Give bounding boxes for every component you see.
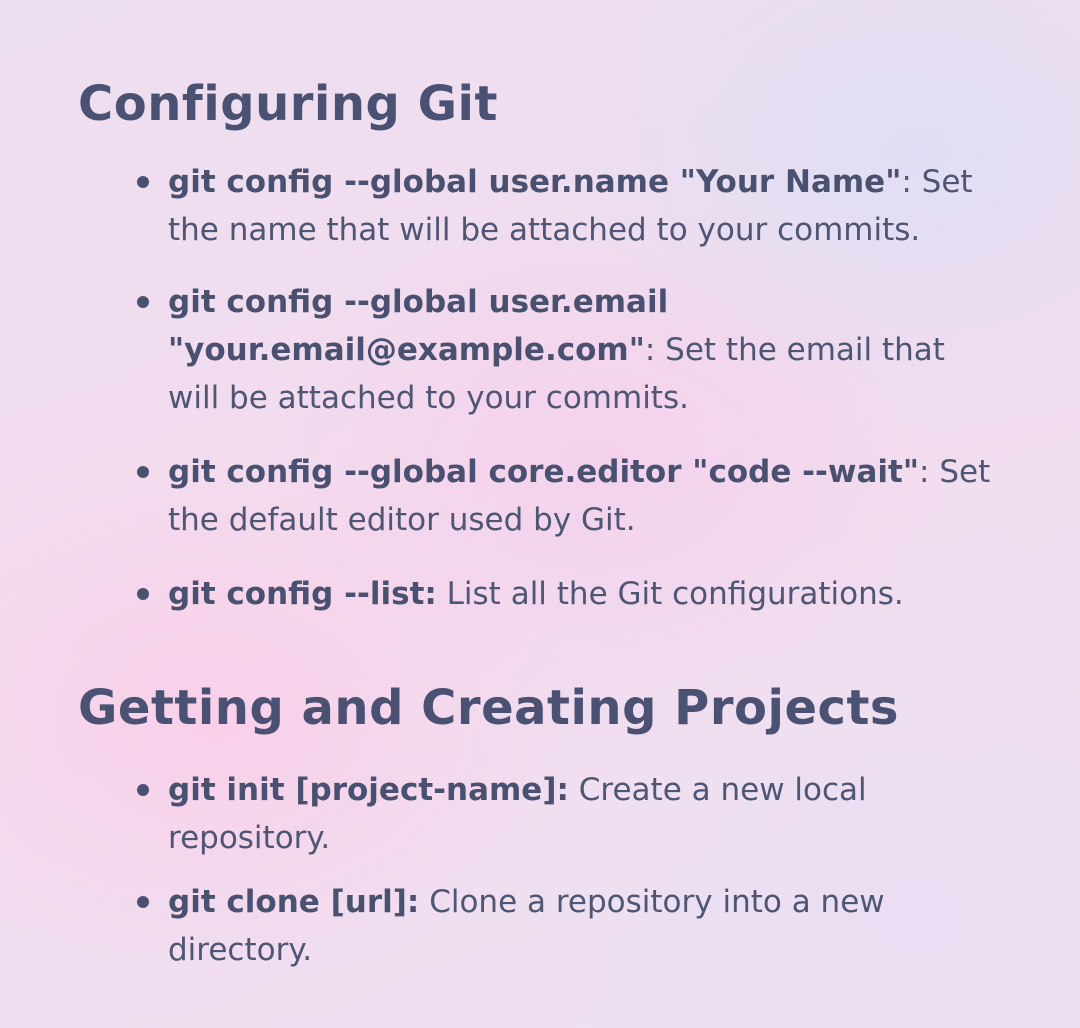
- page: Configuring Git git config --global user…: [0, 0, 1080, 1028]
- bullet-icon: [137, 784, 149, 796]
- bullet-icon: [137, 176, 149, 188]
- command-text: git init [project-name]:: [168, 772, 569, 808]
- command-text: git config --global user.name "Your Name…: [168, 164, 902, 200]
- list-item: git config --list: List all the Git conf…: [137, 570, 998, 618]
- list-item: git config --global user.name "Your Name…: [137, 158, 998, 254]
- command-text: git config --list:: [168, 576, 437, 612]
- list-item: git config --global user.email "your.ema…: [137, 278, 998, 422]
- section-heading-getting-and-creating-projects: Getting and Creating Projects: [78, 680, 899, 736]
- command-text: git config --global core.editor "code --…: [168, 454, 920, 490]
- command-text: git clone [url]:: [168, 884, 420, 920]
- section-heading-configuring-git: Configuring Git: [78, 76, 498, 132]
- list-item: git init [project-name]: Create a new lo…: [137, 766, 998, 862]
- bullet-icon: [137, 896, 149, 908]
- description-text: List all the Git configurations.: [436, 576, 904, 612]
- bullet-icon: [137, 296, 149, 308]
- bullet-icon: [137, 588, 149, 600]
- list-item: git clone [url]: Clone a repository into…: [137, 878, 998, 974]
- bullet-icon: [137, 466, 149, 478]
- list-item: git config --global core.editor "code --…: [137, 448, 998, 544]
- command-text: git config --global user.email "your.ema…: [168, 284, 669, 368]
